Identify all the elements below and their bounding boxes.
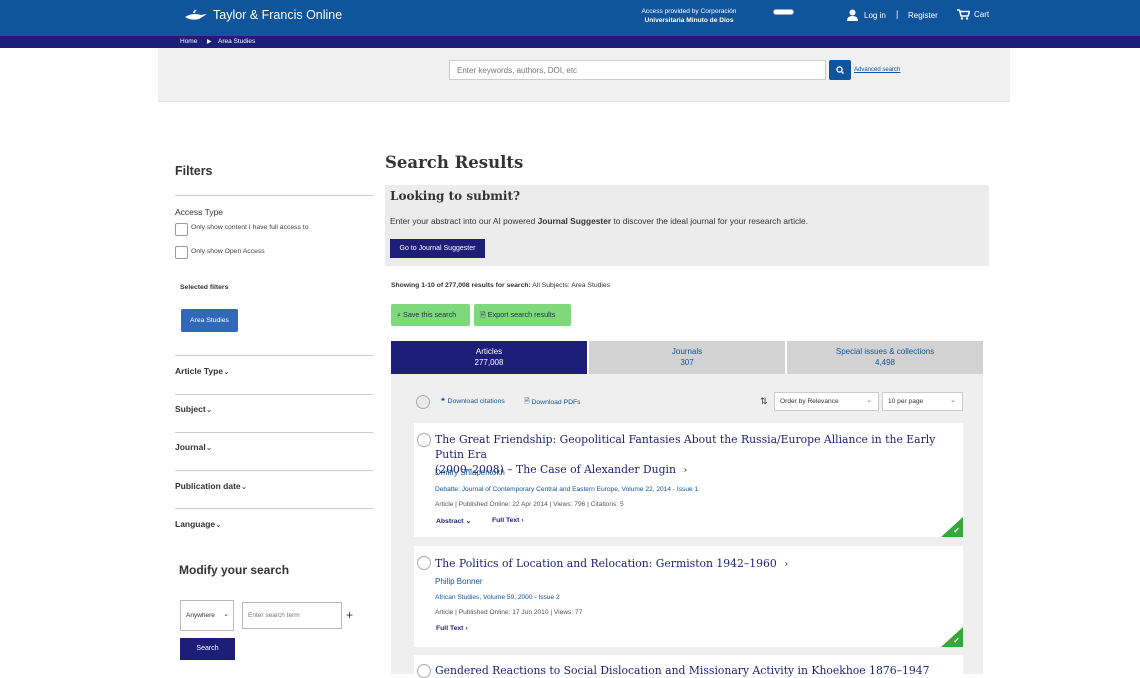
full-access-label: Only show content I have full access to	[191, 224, 309, 231]
filters-title: Filters	[175, 164, 213, 178]
export-results-button[interactable]: 🗎 Export search results	[474, 304, 571, 326]
tab-articles[interactable]: Articles 277,008	[391, 341, 587, 380]
tab-journals[interactable]: Journals 307	[589, 341, 785, 375]
quote-icon: ❝	[441, 398, 445, 405]
results-summary: Showing 1-10 of 277,008 results for sear…	[391, 282, 611, 289]
divider	[175, 508, 373, 509]
header-divider: |	[896, 9, 899, 19]
facet-journal[interactable]: Journal⌄	[175, 442, 212, 452]
search-button[interactable]	[829, 60, 851, 80]
cart-icon	[957, 9, 970, 20]
result-source[interactable]: Debatte: Journal of Contemporary Central…	[435, 486, 698, 493]
order-select[interactable]: Order by Relevance ⌄	[774, 392, 879, 411]
full-access-checkbox[interactable]	[175, 223, 188, 236]
result-title-link[interactable]: The Politics of Location and Relocation:…	[435, 556, 788, 572]
result-author[interactable]: Dmitry Shlapentokh	[435, 468, 505, 477]
full-text-link[interactable]: Full Text ›	[436, 625, 468, 632]
result-author[interactable]: Philip Bonner	[435, 577, 483, 586]
result-select-checkbox[interactable]	[417, 433, 431, 447]
breadcrumb-current: Area Studies	[218, 38, 256, 45]
divider	[175, 394, 373, 395]
result-select-checkbox[interactable]	[417, 664, 431, 678]
result-meta: Article | Published Online: 22 Apr 2014 …	[435, 501, 624, 508]
institution-switch[interactable]	[773, 9, 794, 15]
per-page-select[interactable]: 10 per page ⌄	[882, 392, 963, 411]
logo-text: Taylor & Francis Online	[213, 8, 343, 22]
chevron-down-icon: ⌄	[223, 367, 230, 376]
selected-filter-pill[interactable]: Area Studies	[181, 309, 238, 332]
lamp-logo-icon	[185, 9, 207, 20]
result-title-link[interactable]: The Great Friendship: Geopolitical Fanta…	[435, 432, 963, 478]
divider	[175, 432, 373, 433]
divider	[175, 195, 373, 196]
selected-filters-title: Selected filters	[180, 284, 229, 291]
submit-promo: Looking to submit? Enter your abstract i…	[385, 185, 989, 266]
chevron-down-icon: ⌄	[950, 397, 956, 404]
cart-link[interactable]: Cart	[957, 9, 989, 20]
user-icon	[847, 9, 858, 21]
page-title: Search Results	[385, 153, 524, 172]
modify-search-title: Modify your search	[179, 563, 290, 577]
document-icon: 🗎	[524, 398, 530, 405]
save-search-button[interactable]: ⌕ Save this search	[391, 304, 470, 326]
chevron-right-icon: ›	[465, 625, 468, 632]
journal-suggester-button[interactable]: Go to Journal Suggester	[390, 239, 485, 258]
access-type-title: Access Type	[175, 207, 224, 217]
advanced-search-link[interactable]: Advanced search	[854, 67, 900, 73]
checkmark-icon: ✓	[953, 526, 960, 535]
facet-publication-date[interactable]: Publication date⌄	[175, 481, 247, 491]
checkmark-icon: ✓	[953, 636, 960, 645]
login-link[interactable]: Log in	[847, 9, 886, 21]
facet-article-type[interactable]: Article Type⌄	[175, 366, 230, 376]
search-field-select[interactable]: Anywhere ⌄	[180, 600, 234, 631]
chevron-down-icon: ⌄	[223, 611, 229, 618]
result-title-link[interactable]: Gendered Reactions to Social Dislocation…	[435, 663, 929, 678]
open-access-label: Only show Open Access	[191, 248, 265, 255]
chevron-right-icon: ›	[521, 517, 524, 524]
search-term-input[interactable]: Enter search term	[242, 602, 342, 629]
facet-language[interactable]: Language⌄	[175, 519, 222, 529]
promo-title: Looking to submit?	[390, 189, 521, 203]
search-input[interactable]: Enter keywords, authors, DOI, etc	[449, 60, 826, 80]
download-pdfs-link[interactable]: 🗎 Download PDFs	[524, 397, 581, 408]
chevron-right-icon: ›	[784, 559, 789, 570]
register-link[interactable]: Register	[908, 11, 938, 20]
search-icon	[836, 66, 844, 74]
promo-text: Enter your abstract into our AI powered …	[390, 216, 809, 226]
chevron-down-icon: ⌄	[205, 443, 213, 452]
modify-search-button[interactable]: Search	[180, 638, 235, 660]
search-icon: ⌕	[397, 310, 402, 319]
breadcrumb-arrow-icon: ▶	[207, 39, 212, 45]
chevron-down-icon: ⌄	[465, 518, 472, 525]
full-text-link[interactable]: Full Text ›	[492, 517, 524, 524]
chevron-right-icon: ›	[683, 465, 688, 476]
result-card: The Great Friendship: Geopolitical Fanta…	[414, 423, 963, 537]
result-card: Gendered Reactions to Social Dislocation…	[414, 655, 963, 678]
access-provider: Access provided by Corporación Universit…	[641, 8, 737, 24]
breadcrumb-home[interactable]: Home	[180, 38, 197, 45]
open-access-checkbox[interactable]	[175, 246, 188, 259]
breadcrumb: Home ▶ Area Studies	[0, 36, 1140, 48]
site-logo[interactable]: Taylor & Francis Online	[183, 8, 342, 22]
sort-icon: ⇅	[760, 396, 768, 406]
top-bar: Taylor & Francis Online Access provided …	[0, 0, 1140, 36]
chevron-down-icon: ⌄	[866, 397, 872, 404]
result-source[interactable]: African Studies, Volume 59, 2000 - Issue…	[435, 594, 560, 601]
document-icon: 🗎	[480, 310, 486, 319]
result-card: The Politics of Location and Relocation:…	[414, 546, 963, 647]
download-citations-link[interactable]: ❝ Download citations	[441, 397, 505, 406]
tab-special-issues[interactable]: Special issues & collections 4,498	[787, 341, 983, 375]
result-select-checkbox[interactable]	[417, 556, 431, 570]
divider	[175, 355, 373, 356]
result-meta: Article | Published Online: 17 Jun 2010 …	[435, 609, 583, 616]
facet-subject[interactable]: Subject⌄	[175, 404, 212, 414]
select-all-checkbox[interactable]	[416, 395, 430, 409]
abstract-toggle[interactable]: Abstract ⌄	[436, 517, 471, 525]
add-term-icon[interactable]: +	[346, 608, 353, 622]
chevron-down-icon: ⌄	[205, 405, 213, 414]
chevron-down-icon: ⌄	[215, 520, 222, 529]
divider	[175, 470, 373, 471]
chevron-down-icon: ⌄	[240, 482, 248, 491]
